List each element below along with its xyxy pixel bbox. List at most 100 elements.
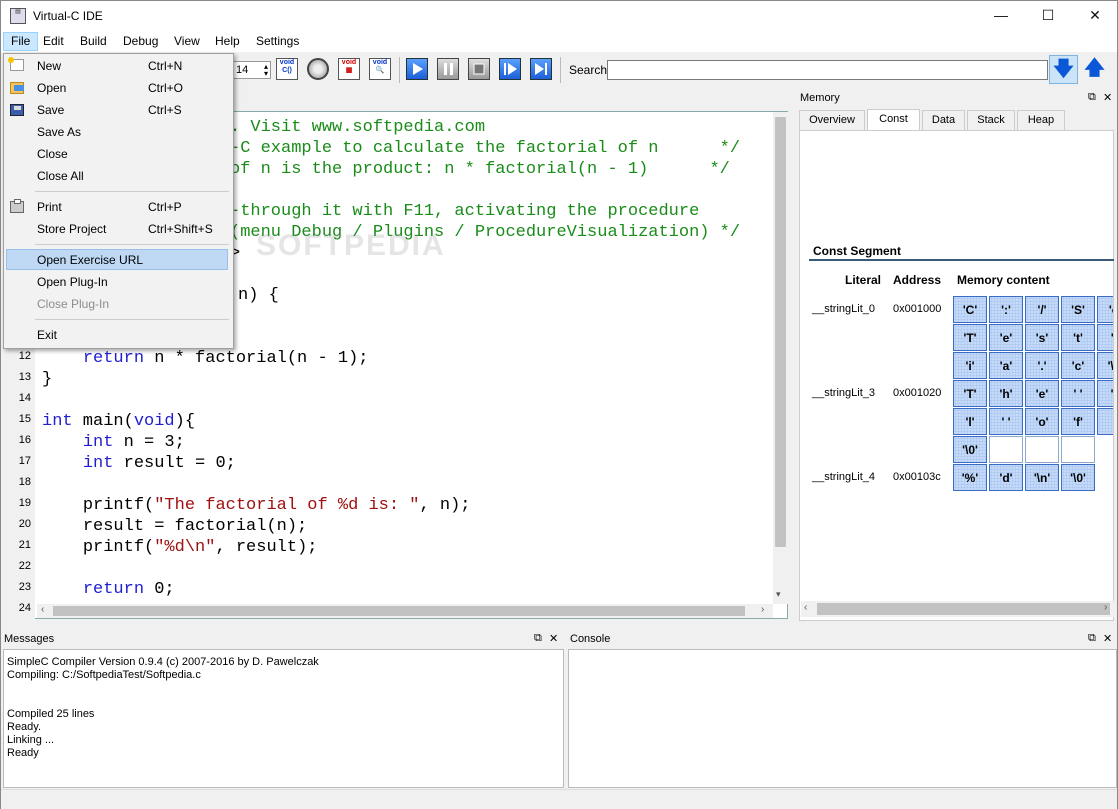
menu-separator	[35, 244, 229, 245]
memory-cell[interactable]: ' '	[1061, 380, 1095, 407]
file-menu-item-save-as[interactable]: Save As	[37, 125, 81, 139]
tab-stack[interactable]: Stack	[967, 110, 1015, 130]
file-menu-item-open-exercise-url[interactable]: Open Exercise URL	[37, 253, 143, 267]
memory-cell[interactable]: '/'	[1025, 296, 1059, 323]
file-menu-item-print[interactable]: Print	[37, 200, 62, 214]
tab-const[interactable]: Const	[867, 109, 920, 130]
scroll-left-arrow-icon[interactable]: ‹	[41, 604, 44, 615]
memory-cell[interactable]: '\0'	[1061, 464, 1095, 491]
file-menu-item-open[interactable]: Open	[37, 81, 66, 95]
memory-cell[interactable]: ':'	[989, 296, 1023, 323]
menu-help[interactable]: Help	[208, 32, 247, 51]
status-bar	[1, 789, 1117, 809]
menu-view[interactable]: View	[167, 32, 207, 51]
scroll-right-arrow-icon[interactable]: ›	[761, 604, 764, 615]
tab-data[interactable]: Data	[922, 110, 965, 130]
find-next-arrow-down-icon[interactable]: 🡇	[1049, 55, 1078, 84]
memory-cell[interactable]: 'i'	[953, 352, 987, 379]
scroll-down-arrow-icon[interactable]: ▾	[776, 589, 781, 600]
memory-cell[interactable]: ' '	[989, 408, 1023, 435]
tab-heap[interactable]: Heap	[1017, 110, 1065, 130]
console-output[interactable]	[568, 649, 1117, 788]
memory-cell-empty	[1025, 436, 1059, 463]
memory-cell[interactable]: 's'	[1025, 324, 1059, 351]
segment-title: Const Segment	[813, 244, 902, 258]
close-pane-icon[interactable]: ✕	[549, 632, 558, 645]
memory-cell[interactable]: 'S'	[1061, 296, 1095, 323]
close-pane-icon[interactable]: ✕	[1103, 91, 1112, 104]
run-icon[interactable]	[406, 58, 428, 80]
search-input[interactable]	[607, 60, 1048, 80]
memory-cell[interactable]: '/	[1097, 324, 1113, 351]
segment-divider	[809, 259, 1114, 261]
file-menu-item-save[interactable]: Save	[37, 103, 64, 117]
code-comment-line: . Visit www.softpedia.com	[230, 118, 486, 137]
memory-cell[interactable]: 'd'	[989, 464, 1023, 491]
memory-cell[interactable]: 'o'	[1025, 408, 1059, 435]
memory-cell[interactable]: 'T'	[953, 324, 987, 351]
file-menu-item-exit[interactable]: Exit	[37, 328, 57, 342]
file-menu-item-close[interactable]: Close	[37, 147, 68, 161]
editor-vertical-scroll-thumb[interactable]	[775, 117, 786, 547]
step-into-icon[interactable]	[530, 58, 552, 80]
menu-debug[interactable]: Debug	[116, 32, 165, 51]
maximize-button[interactable]: ☐	[1025, 1, 1071, 31]
memory-cell[interactable]: '.'	[1025, 352, 1059, 379]
find-prev-arrow-up-icon[interactable]: 🡅	[1080, 55, 1109, 84]
float-pane-icon[interactable]: ⧉	[534, 632, 542, 645]
memory-cell[interactable]: 'C'	[953, 296, 987, 323]
tab-overview[interactable]: Overview	[799, 110, 865, 130]
settings-gear-icon[interactable]	[307, 58, 329, 80]
minimize-button[interactable]: —	[978, 1, 1024, 31]
memory-horizontal-scroll-thumb[interactable]	[817, 603, 1110, 615]
code-comment-line: of n is the product: n * factorial(n - 1…	[230, 160, 730, 179]
memory-cell[interactable]: 'f	[1097, 380, 1113, 407]
memory-cell[interactable]: '\0'	[953, 436, 987, 463]
code-line-19: printf("The factorial of %d is: ", n);	[82, 496, 471, 515]
void-c-icon[interactable]: void C()	[276, 58, 298, 80]
file-menu-item-new[interactable]: New	[37, 59, 61, 73]
toolbar-separator	[399, 57, 400, 83]
file-menu-item-close-all[interactable]: Close All	[37, 169, 84, 183]
void-wall-icon[interactable]: void ▦	[338, 58, 360, 80]
void-inspect-icon[interactable]: void 🔍	[369, 58, 391, 80]
memory-cell[interactable]: 'f'	[1061, 408, 1095, 435]
line-number: 12	[18, 350, 31, 362]
memory-cell[interactable]: 'e'	[1025, 380, 1059, 407]
memory-cell[interactable]: 'T'	[953, 380, 987, 407]
step-over-icon[interactable]	[499, 58, 521, 80]
memory-cell[interactable]: 't'	[1061, 324, 1095, 351]
menu-settings[interactable]: Settings	[249, 32, 306, 51]
menu-build[interactable]: Build	[73, 32, 114, 51]
column-header-address: Address	[893, 273, 942, 287]
message-line: Linking ...	[7, 734, 55, 746]
memory-cell[interactable]: 'l'	[953, 408, 987, 435]
memory-cell[interactable]: 'o	[1097, 296, 1113, 323]
line-number: 24	[18, 602, 31, 614]
menu-file[interactable]: File	[3, 32, 39, 51]
pause-icon[interactable]	[437, 58, 459, 80]
memory-cell[interactable]: '	[1097, 408, 1113, 435]
memory-cell[interactable]: 'h'	[989, 380, 1023, 407]
menu-edit[interactable]: Edit	[36, 32, 71, 51]
line-number: 23	[18, 581, 31, 593]
float-pane-icon[interactable]: ⧉	[1088, 91, 1096, 104]
close-pane-icon[interactable]: ✕	[1103, 632, 1112, 645]
memory-cell[interactable]: 'c'	[1061, 352, 1095, 379]
memory-cell[interactable]: '\0	[1097, 352, 1113, 379]
memory-cell[interactable]: '\n'	[1025, 464, 1059, 491]
code-line-21: printf("%d\n", result);	[82, 538, 318, 557]
memory-cell[interactable]: 'e'	[989, 324, 1023, 351]
memory-cell[interactable]: '%'	[953, 464, 987, 491]
file-menu-item-store-project[interactable]: Store Project	[37, 222, 106, 236]
file-menu-item-open-plug-in[interactable]: Open Plug-In	[37, 275, 108, 289]
scroll-right-arrow-icon[interactable]: ›	[1104, 602, 1107, 613]
memory-cell[interactable]: 'a'	[989, 352, 1023, 379]
stop-icon[interactable]	[468, 58, 490, 80]
float-pane-icon[interactable]: ⧉	[1088, 632, 1096, 645]
font-size-spinner[interactable]: 14 ▴ ▾	[229, 61, 271, 79]
scroll-left-arrow-icon[interactable]: ‹	[804, 602, 807, 613]
editor-horizontal-scroll-thumb[interactable]	[53, 606, 745, 616]
close-window-button[interactable]: ✕	[1072, 1, 1118, 31]
message-line: Compiling: C:/SoftpediaTest/Softpedia.c	[7, 669, 201, 681]
